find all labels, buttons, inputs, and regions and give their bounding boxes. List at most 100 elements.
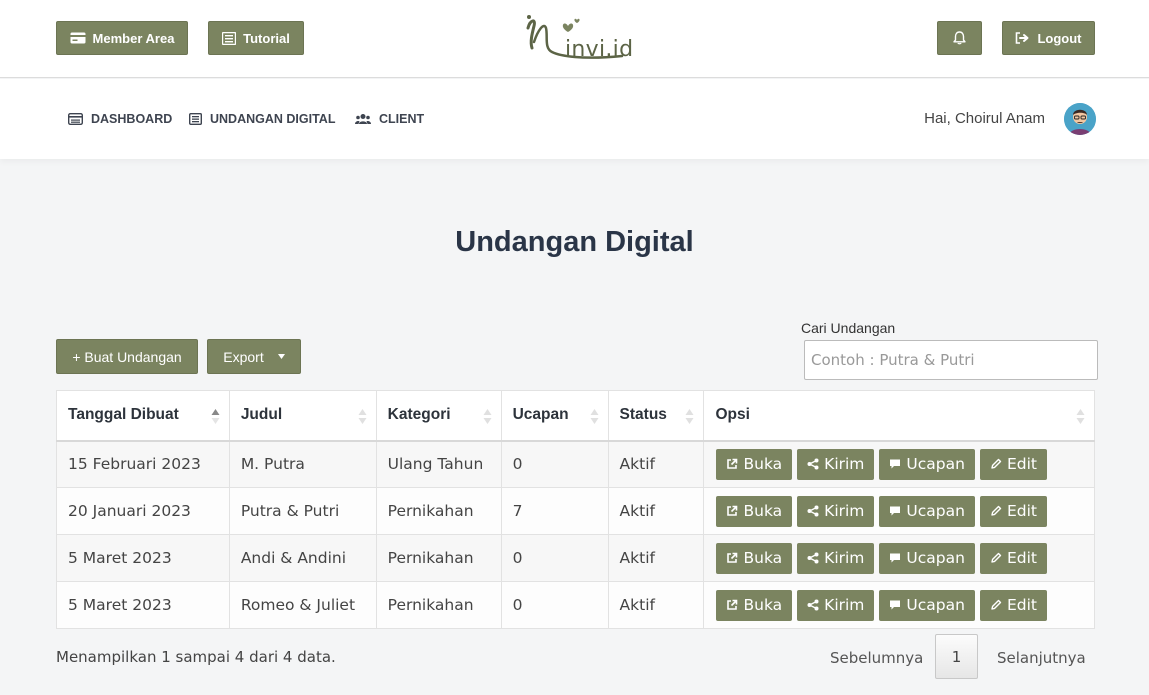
page-title: Undangan Digital [455,226,694,258]
cell-opsi: Buka Kirim Ucapan Edit [703,487,1095,535]
sort-icon [358,409,367,424]
main-navbar: DASHBOARD UNDANGAN DIGITAL CLIENT Hai, C… [0,79,1149,159]
open-button[interactable]: Buka [716,495,793,527]
greetings-button[interactable]: Ucapan [879,495,975,527]
external-link-icon [727,599,738,610]
external-link-icon [727,458,738,470]
open-button[interactable]: Buka [716,448,793,480]
send-button-label: Kirim [824,549,865,567]
pagination-next[interactable]: Selanjutnya [997,649,1086,667]
search-input[interactable] [804,340,1098,380]
cell-status: Aktif [607,440,705,488]
cell-status: Aktif [607,534,705,582]
tutorial-label: Tutorial [243,30,290,46]
sort-icon [685,409,694,424]
send-button[interactable]: Kirim [797,542,875,574]
external-link-icon [727,505,738,516]
column-header-kategori[interactable]: Kategori [375,390,502,442]
cell-ucapan: 0 [500,534,609,582]
avatar-icon [1064,103,1096,135]
top-bar: Member Area Tutorial invi.id Logout [0,0,1149,78]
users-icon [355,114,371,124]
member-area-button[interactable]: Member Area [56,21,188,55]
cell-kategori: Pernikahan [375,581,502,629]
share-icon [807,552,819,564]
cell-status: Aktif [607,581,705,629]
pencil-icon [991,599,1002,610]
list-icon [222,31,237,45]
cell-judul: M. Putra [228,440,377,488]
dashboard-card-icon [68,113,83,125]
table-info: Menampilkan 1 sampai 4 dari 4 data. [56,648,336,666]
caret-down-icon [277,354,285,359]
open-button[interactable]: Buka [716,589,793,621]
column-header-status[interactable]: Status [607,390,705,442]
edit-button[interactable]: Edit [979,495,1047,527]
nav-client-label: CLIENT [379,112,425,126]
export-dropdown-button[interactable]: Export [207,339,301,374]
pagination-page-1[interactable]: 1 [935,634,978,679]
greetings-button-label: Ucapan [906,455,965,474]
edit-button-label: Edit [1006,455,1037,474]
open-button-label: Buka [743,455,783,474]
send-button[interactable]: Kirim [797,448,875,480]
table-header-row: Tanggal Dibuat Judul Kategori Ucapan Sta… [56,390,1095,442]
share-icon [807,505,819,517]
edit-button-label: Edit [1006,549,1037,567]
cell-ucapan: 0 [500,440,609,488]
sort-icon [483,409,492,424]
edit-button-label: Edit [1006,596,1037,614]
pagination-previous[interactable]: Sebelumnya [830,649,923,667]
column-header-judul[interactable]: Judul [228,390,377,442]
edit-button[interactable]: Edit [979,448,1047,480]
open-button-label: Buka [743,596,783,614]
tutorial-button[interactable]: Tutorial [208,21,304,55]
pencil-icon [991,459,1002,469]
greetings-button-label: Ucapan [906,502,965,520]
column-header-ucapan[interactable]: Ucapan [500,390,609,442]
sort-icon [590,409,599,424]
cell-judul: Andi & Andini [228,534,377,582]
edit-button-label: Edit [1006,502,1037,520]
user-avatar[interactable] [1064,103,1096,135]
cell-tanggal: 20 Januari 2023 [56,487,230,535]
send-button[interactable]: Kirim [797,589,875,621]
edit-button[interactable]: Edit [979,542,1047,574]
bell-icon [953,31,966,45]
export-label: Export [223,348,264,365]
cell-judul: Romeo & Juliet [228,581,377,629]
nav-dashboard[interactable]: DASHBOARD [68,111,172,127]
sort-asc-icon [211,409,220,424]
search-label: Cari Undangan [801,320,896,336]
member-area-label: Member Area [92,30,175,46]
greetings-button[interactable]: Ucapan [879,542,975,574]
open-button[interactable]: Buka [716,542,793,574]
cell-status: Aktif [607,487,705,535]
greetings-button-label: Ucapan [906,596,965,614]
table-body: 15 Februari 2023 M. Putra Ulang Tahun 0 Akti… [56,440,1095,629]
greetings-button[interactable]: Ucapan [879,448,975,480]
logo-text: invi.id [565,37,634,62]
edit-button[interactable]: Edit [979,589,1047,621]
logout-label: Logout [1037,30,1082,46]
cell-tanggal: 15 Februari 2023 [56,440,230,488]
greetings-button[interactable]: Ucapan [879,589,975,621]
comment-icon [890,553,901,563]
send-button[interactable]: Kirim [797,495,875,527]
cell-opsi: Buka Kirim Ucapan Edit [703,440,1095,488]
column-header-opsi[interactable]: Opsi [703,390,1095,442]
cell-tanggal: 5 Maret 2023 [56,534,230,582]
open-button-label: Buka [743,549,783,567]
logout-button[interactable]: Logout [1002,21,1095,55]
cell-judul: Putra & Putri [228,487,377,535]
pencil-icon [991,552,1002,563]
notification-button[interactable] [937,21,982,55]
table-row: 20 Januari 2023 Putra & Putri Pernikahan 7 A… [56,487,1095,535]
create-invitation-button[interactable]: + Buat Undangan [56,339,198,374]
nav-undangan-digital[interactable]: UNDANGAN DIGITAL [189,111,335,127]
nav-client[interactable]: CLIENT [355,111,424,127]
external-link-icon [727,552,738,563]
greetings-button-label: Ucapan [906,549,965,567]
column-header-tanggal[interactable]: Tanggal Dibuat [56,390,230,442]
cell-opsi: Buka Kirim Ucapan Edit [703,581,1095,629]
